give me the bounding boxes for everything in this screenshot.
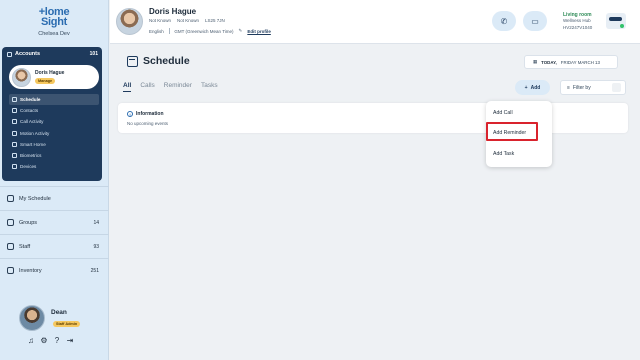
- info-subtitle: No upcoming events: [127, 121, 169, 126]
- sidebar: +lome Sight Chelsea Dev Accounts 101 Dor…: [0, 0, 109, 360]
- accounts-count: 101: [89, 51, 98, 57]
- brand-logo[interactable]: +lome Sight: [0, 7, 108, 28]
- client-header: Doris Hague Not Known Not Known LS25 7JN…: [110, 0, 640, 44]
- calendar-icon: [12, 97, 17, 103]
- inventory-icon: [7, 267, 14, 274]
- calendar-icon: [127, 55, 138, 67]
- nav-inventory[interactable]: Inventory 251: [0, 258, 109, 282]
- calendar-icon: ▦: [533, 59, 538, 64]
- date-chip[interactable]: ▦ TODAY, FRIDAY MARCH 13: [524, 55, 618, 69]
- account-menu-contacts[interactable]: Contacts: [9, 105, 99, 116]
- accounts-header[interactable]: Accounts 101: [2, 47, 102, 57]
- client-locale: English GMT (Greenwich Mean Time) ✎ Edit…: [149, 28, 271, 34]
- gender-field: Not Known: [149, 18, 172, 23]
- devices-icon: [12, 164, 17, 170]
- user-avatar[interactable]: [19, 305, 45, 331]
- heart-icon: [12, 153, 17, 159]
- page-title: Schedule: [127, 55, 190, 67]
- edit-icon[interactable]: ✎: [239, 28, 243, 34]
- user-actions: ♫ ⚙ ? ⇥: [27, 337, 74, 345]
- language-field: English: [149, 28, 164, 34]
- gear-icon[interactable]: ⚙: [40, 337, 48, 345]
- divider: [168, 28, 170, 34]
- brand: +lome Sight Chelsea Dev: [0, 0, 108, 44]
- phone-icon: [12, 119, 17, 125]
- info-icon: i: [127, 111, 133, 117]
- nav-groups[interactable]: Groups 14: [0, 210, 109, 234]
- device-icon: [609, 17, 622, 21]
- calendar-icon: [7, 195, 14, 202]
- hub-name: Wellness Hub: [563, 18, 591, 24]
- nav-my-schedule[interactable]: My Schedule: [0, 186, 109, 210]
- manage-badge[interactable]: Manage: [35, 78, 56, 84]
- hub-location: Living room Wellness Hub HV2247V1040: [563, 12, 592, 31]
- avatar: [12, 67, 31, 87]
- account-menu: Schedule Contacts Call Activity Motion A…: [9, 94, 99, 172]
- message-button[interactable]: ▭: [523, 11, 547, 31]
- current-user: Dean Staff Admin ♫ ⚙ ? ⇥: [0, 300, 109, 360]
- filter-toggle[interactable]: [612, 83, 621, 92]
- age-field: Not Known: [177, 18, 200, 23]
- account-menu-biometrics[interactable]: Biometrics: [9, 150, 99, 161]
- postcode-field: LS25 7JN: [205, 18, 225, 23]
- motion-icon: [12, 130, 17, 136]
- menu-add-task[interactable]: Add Task: [493, 151, 514, 157]
- contacts-icon: [12, 108, 17, 114]
- tab-calls[interactable]: Calls: [140, 82, 154, 92]
- home-icon: [12, 141, 17, 147]
- plus-icon: +: [524, 84, 528, 91]
- logout-icon[interactable]: ⇥: [66, 337, 74, 345]
- help-icon[interactable]: ?: [53, 337, 61, 345]
- menu-add-call[interactable]: Add Call: [493, 110, 513, 116]
- tab-all[interactable]: All: [123, 82, 132, 92]
- tab-reminder[interactable]: Reminder: [164, 82, 192, 92]
- main-nav: My Schedule Groups 14 Staff 93 Inventory…: [0, 186, 109, 282]
- client-name: Doris Hague: [149, 7, 197, 16]
- account-menu-call-activity[interactable]: Call Activity: [9, 116, 99, 127]
- device-status[interactable]: [606, 13, 626, 29]
- selected-account[interactable]: Doris Hague Manage: [9, 65, 99, 89]
- message-icon: ▭: [531, 16, 539, 26]
- staff-icon: [7, 243, 14, 250]
- client-avatar: [116, 8, 143, 35]
- filter-button[interactable]: ≡ Filter by: [560, 80, 626, 95]
- bell-icon[interactable]: ♫: [27, 337, 35, 345]
- role-badge: Staff Admin: [53, 321, 81, 327]
- account-name: Doris Hague: [35, 70, 65, 76]
- client-meta: Not Known Not Known LS25 7JN: [149, 18, 225, 23]
- account-menu-devices[interactable]: Devices: [9, 161, 99, 172]
- online-indicator: [620, 24, 624, 28]
- add-button[interactable]: + Add: [515, 80, 550, 95]
- user-name: Dean: [51, 309, 67, 316]
- call-button[interactable]: ✆: [492, 11, 516, 31]
- selection-highlight: [486, 122, 538, 141]
- account-menu-schedule[interactable]: Schedule: [9, 94, 99, 106]
- accounts-panel: Accounts 101 Doris Hague Manage Schedule…: [2, 47, 102, 181]
- accounts-icon: [7, 51, 12, 57]
- tab-tasks[interactable]: Tasks: [201, 82, 218, 92]
- nav-staff[interactable]: Staff 93: [0, 234, 109, 258]
- edit-profile-link[interactable]: Edit profile: [247, 29, 271, 34]
- filter-icon: ≡: [567, 84, 570, 91]
- schedule-tabs: All Calls Reminder Tasks: [123, 82, 218, 92]
- account-menu-motion-activity[interactable]: Motion Activity: [9, 128, 99, 139]
- phone-icon: ✆: [500, 16, 508, 26]
- account-menu-smart-home[interactable]: Smart Home: [9, 139, 99, 150]
- groups-icon: [7, 219, 14, 226]
- org-name: Chelsea Dev: [38, 31, 70, 37]
- accounts-title: Accounts: [15, 51, 41, 57]
- timezone-field: GMT (Greenwich Mean Time): [174, 28, 234, 34]
- info-title: i Information: [127, 111, 164, 117]
- hub-id: HV2247V1040: [563, 24, 593, 30]
